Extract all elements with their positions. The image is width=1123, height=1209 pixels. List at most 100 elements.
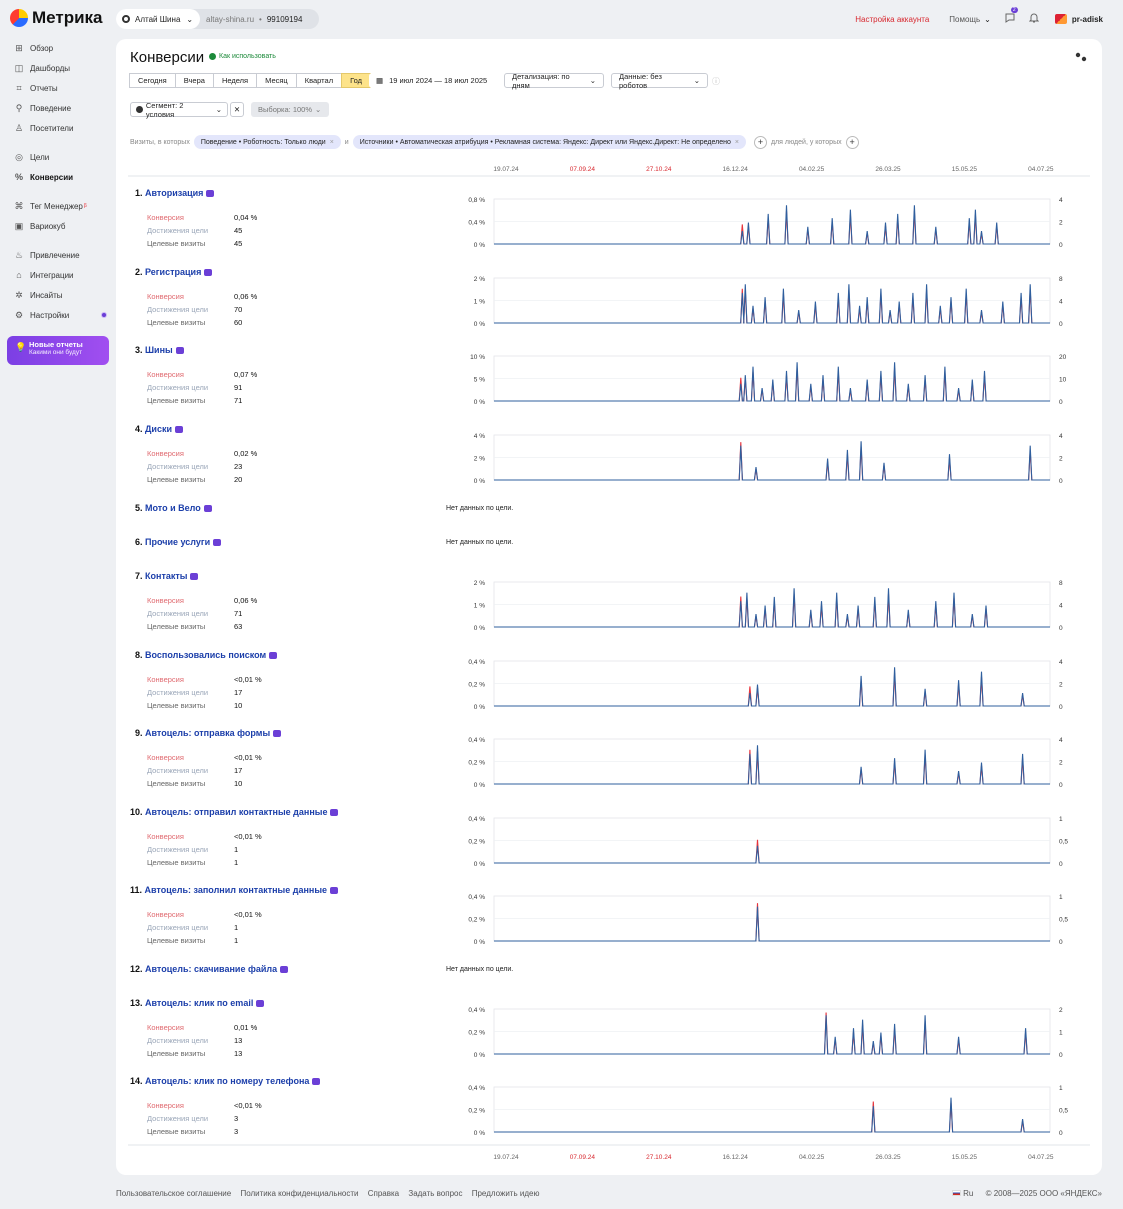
y-tick-right: 0,5	[1059, 917, 1068, 924]
date-tick-label: 15.05.25	[952, 1154, 978, 1161]
y-tick-right: 0	[1059, 625, 1063, 632]
y-tick-left: 0 %	[474, 625, 485, 632]
footer-link-terms[interactable]: Пользовательское соглашение	[116, 1189, 231, 1198]
y-tick-left: 0,4 %	[468, 1007, 485, 1014]
y-tick-left: 5 %	[474, 377, 485, 384]
y-tick-left: 0 %	[474, 399, 485, 406]
y-tick-right: 0	[1059, 399, 1063, 406]
y-tick-left: 0,2 %	[468, 682, 485, 689]
date-tick-label: 16.12.24	[723, 1154, 749, 1161]
y-tick-left: 0 %	[474, 939, 485, 946]
date-tick-label: 07.09.24	[570, 166, 596, 173]
y-tick-right: 0,5	[1059, 839, 1068, 846]
footer-link-help[interactable]: Справка	[368, 1189, 399, 1198]
y-tick-left: 0 %	[474, 1052, 485, 1059]
y-tick-left: 0,2 %	[468, 1108, 485, 1115]
y-tick-right: 0	[1059, 321, 1063, 328]
date-tick-label: 19.07.24	[493, 166, 519, 173]
y-tick-right: 1	[1059, 1030, 1063, 1037]
visits-series-line	[494, 745, 1050, 785]
y-tick-left: 0 %	[474, 861, 485, 868]
date-tick-label: 26.03.25	[875, 166, 901, 173]
y-tick-right: 4	[1059, 197, 1063, 204]
visits-series-line	[494, 284, 1050, 324]
y-tick-left: 0,4 %	[468, 816, 485, 823]
conversion-series-line	[494, 442, 1050, 481]
y-tick-right: 1	[1059, 816, 1063, 823]
y-tick-left: 0,4 %	[468, 894, 485, 901]
y-tick-right: 2	[1059, 456, 1063, 463]
footer-links: Пользовательское соглашение Политика кон…	[116, 1189, 539, 1198]
visits-series-line	[494, 205, 1050, 245]
y-tick-right: 20	[1059, 354, 1067, 361]
y-tick-right: 0,5	[1059, 1108, 1068, 1115]
y-tick-right: 2	[1059, 760, 1063, 767]
visits-series-line	[494, 667, 1050, 707]
footer-link-idea[interactable]: Предложить идею	[472, 1189, 540, 1198]
visits-series-line	[494, 441, 1050, 481]
visits-series-line	[494, 906, 1050, 942]
date-tick-label: 26.03.25	[875, 1154, 901, 1161]
y-tick-right: 2	[1059, 682, 1063, 689]
y-tick-right: 0	[1059, 1052, 1063, 1059]
date-tick-label: 04.02.25	[799, 1154, 825, 1161]
y-tick-right: 4	[1059, 433, 1063, 440]
y-tick-right: 1	[1059, 1085, 1063, 1092]
flag-icon	[951, 1190, 961, 1196]
y-tick-left: 0 %	[474, 782, 485, 789]
footer-link-ask[interactable]: Задать вопрос	[408, 1189, 462, 1198]
y-tick-left: 4 %	[474, 433, 485, 440]
y-tick-left: 0,4 %	[468, 220, 485, 227]
y-tick-left: 0 %	[474, 478, 485, 485]
y-tick-left: 0,2 %	[468, 1030, 485, 1037]
visits-series-line	[494, 362, 1050, 402]
y-tick-left: 0,2 %	[468, 839, 485, 846]
conversion-series-line	[494, 1012, 1050, 1055]
y-tick-right: 4	[1059, 603, 1063, 610]
date-tick-label: 07.09.24	[570, 1154, 596, 1161]
conversion-series-line	[494, 839, 1050, 864]
language-switch[interactable]: Ru	[963, 1189, 973, 1198]
y-tick-right: 0	[1059, 861, 1063, 868]
visits-series-line	[494, 845, 1050, 864]
y-tick-left: 1 %	[474, 299, 485, 306]
conversion-series-line	[494, 673, 1050, 707]
conversion-series-line	[494, 1101, 1050, 1133]
y-tick-left: 0 %	[474, 321, 485, 328]
conversion-series-line	[494, 903, 1050, 942]
y-tick-right: 4	[1059, 659, 1063, 666]
y-tick-left: 0,2 %	[468, 760, 485, 767]
y-tick-left: 0 %	[474, 704, 485, 711]
y-tick-right: 4	[1059, 737, 1063, 744]
date-tick-label: 04.07.25	[1028, 166, 1054, 173]
date-tick-label: 19.07.24	[493, 1154, 519, 1161]
y-tick-left: 0,8 %	[468, 197, 485, 204]
y-tick-right: 2	[1059, 1007, 1063, 1014]
conversion-charts: 19.07.24 07.09.24 27.10.24 16.12.24 04.02.25…	[128, 166, 1090, 1161]
y-tick-left: 2 %	[474, 580, 485, 587]
y-tick-left: 1 %	[474, 603, 485, 610]
copyright: © 2008—2025 ООО «ЯНДЕКС»	[985, 1189, 1102, 1198]
y-tick-right: 1	[1059, 894, 1063, 901]
y-tick-right: 0	[1059, 704, 1063, 711]
y-tick-right: 10	[1059, 377, 1067, 384]
y-tick-right: 0	[1059, 782, 1063, 789]
y-tick-left: 0,4 %	[468, 659, 485, 666]
visits-series-line	[494, 1015, 1050, 1055]
date-tick-label: 27.10.24	[646, 166, 672, 173]
date-tick-label: 15.05.25	[952, 166, 978, 173]
y-tick-right: 8	[1059, 580, 1063, 587]
date-tick-label: 04.02.25	[799, 166, 825, 173]
footer-right: Ru © 2008—2025 ООО «ЯНДЕКС»	[951, 1189, 1102, 1198]
y-tick-left: 2 %	[474, 276, 485, 283]
footer-link-privacy[interactable]: Политика конфиденциальности	[240, 1189, 358, 1198]
y-tick-left: 2 %	[474, 456, 485, 463]
y-tick-right: 4	[1059, 299, 1063, 306]
y-tick-right: 2	[1059, 220, 1063, 227]
visits-series-line	[494, 588, 1050, 628]
y-tick-right: 8	[1059, 276, 1063, 283]
y-tick-left: 0,2 %	[468, 917, 485, 924]
conversion-series-line	[494, 211, 1050, 245]
y-tick-left: 0 %	[474, 242, 485, 249]
y-tick-left: 10 %	[470, 354, 485, 361]
